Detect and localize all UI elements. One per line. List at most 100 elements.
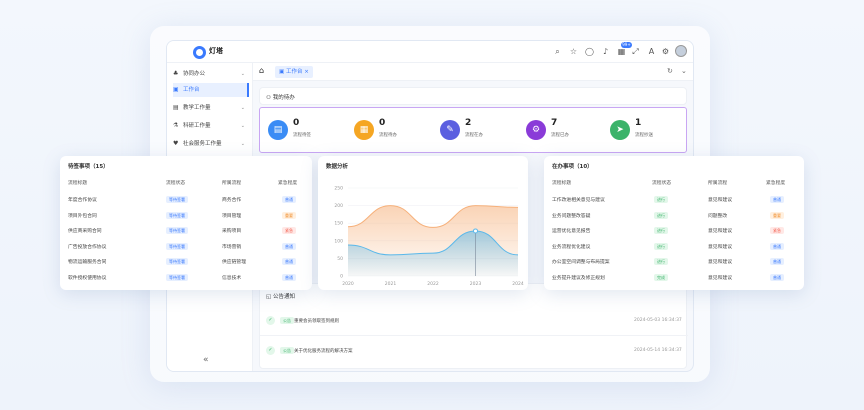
expand-icon[interactable]: ⤢ bbox=[631, 47, 640, 56]
cell-process: 意见和建议 bbox=[708, 260, 732, 265]
notice-item[interactable]: ✓ 公告 重要会员领取签到规则 2024-05-03 16:34:37 bbox=[260, 308, 688, 336]
chat-icon[interactable]: ◯ bbox=[585, 47, 594, 56]
avatar[interactable] bbox=[675, 45, 687, 57]
chevron-down-icon[interactable]: ⌄ bbox=[681, 67, 687, 75]
search-icon[interactable]: ⌕ bbox=[553, 47, 562, 56]
table-row[interactable]: 项目外包合同 等待签署 项目管理 重要 bbox=[60, 210, 312, 224]
tab-workbench[interactable]: ▣ 工作台 × bbox=[275, 66, 313, 78]
x-tick-label: 2024 bbox=[512, 281, 524, 287]
stat-label: 流程在办 bbox=[465, 133, 483, 138]
sidebar-item-social[interactable]: ♥ 社会服务工作量 ⌄ bbox=[173, 137, 249, 151]
status-badge: 等待签署 bbox=[166, 227, 188, 234]
sidebar-item-research[interactable]: ⚗ 科研工作量 ⌄ bbox=[173, 119, 249, 133]
table-row[interactable]: 软件授权使用协议 等待签署 信息技术 普通 bbox=[60, 272, 312, 286]
stat-value: 2 bbox=[465, 118, 472, 128]
status-badge: 进行 bbox=[654, 196, 668, 203]
stat-value: 7 bbox=[551, 118, 558, 128]
table-row[interactable]: 物流运输服务合同 等待签署 供应链管理 普通 bbox=[60, 256, 312, 270]
notice-time: 2024-05-03 16:34:37 bbox=[634, 318, 682, 323]
send-icon: ➤ bbox=[610, 120, 630, 140]
table-row[interactable]: 业务流程优化建议 进行 意见和建议 普通 bbox=[544, 241, 804, 255]
sidebar-item-label: 工作台 bbox=[183, 87, 200, 93]
table-row[interactable]: 业务问题整改答疑 进行 问题整改 重要 bbox=[544, 210, 804, 224]
top-bar: 灯塔 ⌕ ☆ ◯ ♪ ▦ 99+ ⤢ A ⚙ bbox=[167, 41, 693, 63]
translate-icon[interactable]: A bbox=[647, 47, 656, 56]
collapse-sidebar-button[interactable]: « bbox=[203, 355, 209, 365]
notice-text: 关于优化服务流程的解决方案 bbox=[294, 349, 353, 354]
cell-title: 广告投放合作协议 bbox=[68, 244, 107, 250]
cell-process: 市场营销 bbox=[222, 244, 242, 250]
cell-process: 项目管理 bbox=[222, 213, 242, 219]
cell-title: 业务提升建议及修正规划 bbox=[552, 275, 605, 281]
cell-title: 业务流程优化建议 bbox=[552, 244, 591, 250]
urgency-badge: 普通 bbox=[770, 258, 784, 265]
flask-icon: ⚗ bbox=[173, 122, 179, 129]
notice-icon: ✓ bbox=[266, 346, 275, 355]
cell-process: 意见和建议 bbox=[708, 229, 732, 234]
table-row[interactable]: 年度合作协议 等待签署 商务合作 普通 bbox=[60, 194, 312, 208]
urgency-badge: 普通 bbox=[282, 273, 296, 281]
inprogress-panel: 在办事项（10） 流程标题 流程状态 所属流程 紧急程度 工作改进相关意见与建议… bbox=[544, 156, 804, 290]
chart-title: 数据分析 bbox=[326, 164, 349, 170]
table-row[interactable]: 广告投放合作协议 等待签署 市场营销 普通 bbox=[60, 241, 312, 255]
y-tick-label: 50 bbox=[337, 256, 343, 262]
desk-icon: ▣ bbox=[173, 86, 179, 93]
x-tick-label: 2020 bbox=[342, 281, 354, 287]
app-name: 灯塔 bbox=[209, 47, 223, 55]
y-tick-label: 100 bbox=[334, 238, 343, 244]
people-icon: ⚙ bbox=[526, 120, 546, 140]
close-icon[interactable]: × bbox=[304, 69, 309, 75]
stat-label: 流程待签 bbox=[293, 133, 311, 138]
gear-icon[interactable]: ⚙ bbox=[661, 47, 670, 56]
todo-header: ⚇ 我的待办 bbox=[259, 87, 687, 105]
notice-title-text: 公告通知 bbox=[272, 294, 295, 300]
stat-value: 1 bbox=[635, 118, 642, 128]
status-badge: 等待签署 bbox=[166, 242, 188, 250]
sidebar-item-collab[interactable]: ♣ 协同办公 ⌄ bbox=[173, 67, 249, 81]
book-icon: ▤ bbox=[173, 104, 179, 111]
urgency-badge: 普通 bbox=[770, 242, 784, 250]
grid-icon[interactable]: ▦ bbox=[617, 47, 626, 56]
table-row[interactable]: 工作改进相关意见与建议 进行 意见和建议 普通 bbox=[544, 194, 804, 208]
status-badge: 完成 bbox=[654, 273, 668, 281]
table-row[interactable]: 供应商采购合同 等待签署 采购项目 紧急 bbox=[60, 225, 312, 239]
notice-title: ◱ 公告通知 bbox=[266, 294, 295, 300]
cell-process: 意见和建议 bbox=[708, 244, 732, 250]
cell-title: 业务问题整改答疑 bbox=[552, 213, 591, 219]
urgency-badge: 普通 bbox=[770, 273, 784, 281]
highlight-point bbox=[473, 228, 478, 234]
sidebar-item-label: 协同办公 bbox=[183, 71, 206, 77]
table-row[interactable]: 业务提升建议及修正规划 完成 意见和建议 普通 bbox=[544, 272, 804, 286]
urgency-badge: 普通 bbox=[282, 258, 296, 265]
urgency-badge: 普通 bbox=[282, 196, 296, 203]
sidebar-item-workbench[interactable]: ▣ 工作台 bbox=[173, 83, 249, 97]
cell-title: 软件授权使用协议 bbox=[68, 275, 107, 281]
x-tick-label: 2021 bbox=[385, 281, 397, 287]
refresh-icon[interactable]: ↻ bbox=[667, 67, 673, 75]
inprogress-title: 在办事项（10） bbox=[552, 164, 593, 170]
cell-title: 项目外包合同 bbox=[68, 213, 97, 219]
sidebar-item-teaching[interactable]: ▤ 教学工作量 ⌄ bbox=[173, 101, 249, 115]
heart-icon: ♥ bbox=[173, 140, 179, 147]
notice-item[interactable]: ✓ 公告 关于优化服务流程的解决方案 2024-05-14 16:34:37 bbox=[260, 338, 688, 366]
col-header: 流程标题 bbox=[552, 181, 572, 186]
chart-panel: 数据分析 0 50 100 150 200 250 2020 2021 2022 2023 2024 bbox=[318, 156, 528, 290]
urgency-badge: 重要 bbox=[282, 211, 296, 219]
home-icon[interactable]: ⌂ bbox=[259, 66, 264, 75]
todo-title-text: 我的待办 bbox=[272, 95, 295, 101]
cell-process: 意见和建议 bbox=[708, 198, 732, 203]
cell-title: 物流运输服务合同 bbox=[68, 260, 107, 265]
pending-panel: 待签事项（15） 流程标题 流程状态 所属流程 紧急程度 年度合作协议 等待签署… bbox=[60, 156, 312, 290]
urgency-badge: 紧急 bbox=[770, 227, 784, 234]
y-tick-label: 200 bbox=[334, 203, 343, 209]
col-header: 紧急程度 bbox=[278, 181, 298, 186]
star-icon[interactable]: ☆ bbox=[569, 47, 578, 56]
y-tick-label: 0 bbox=[340, 274, 343, 280]
table-row[interactable]: 运营优化意见报告 进行 意见和建议 紧急 bbox=[544, 225, 804, 239]
col-header: 流程状态 bbox=[166, 181, 186, 186]
table-row[interactable]: 办公室空间调整与布局提案 进行 意见和建议 普通 bbox=[544, 256, 804, 270]
bell-icon[interactable]: ♪ bbox=[601, 47, 610, 56]
cell-process: 商务合作 bbox=[222, 198, 242, 203]
col-header: 所属流程 bbox=[708, 181, 728, 186]
urgency-badge: 重要 bbox=[770, 211, 784, 219]
